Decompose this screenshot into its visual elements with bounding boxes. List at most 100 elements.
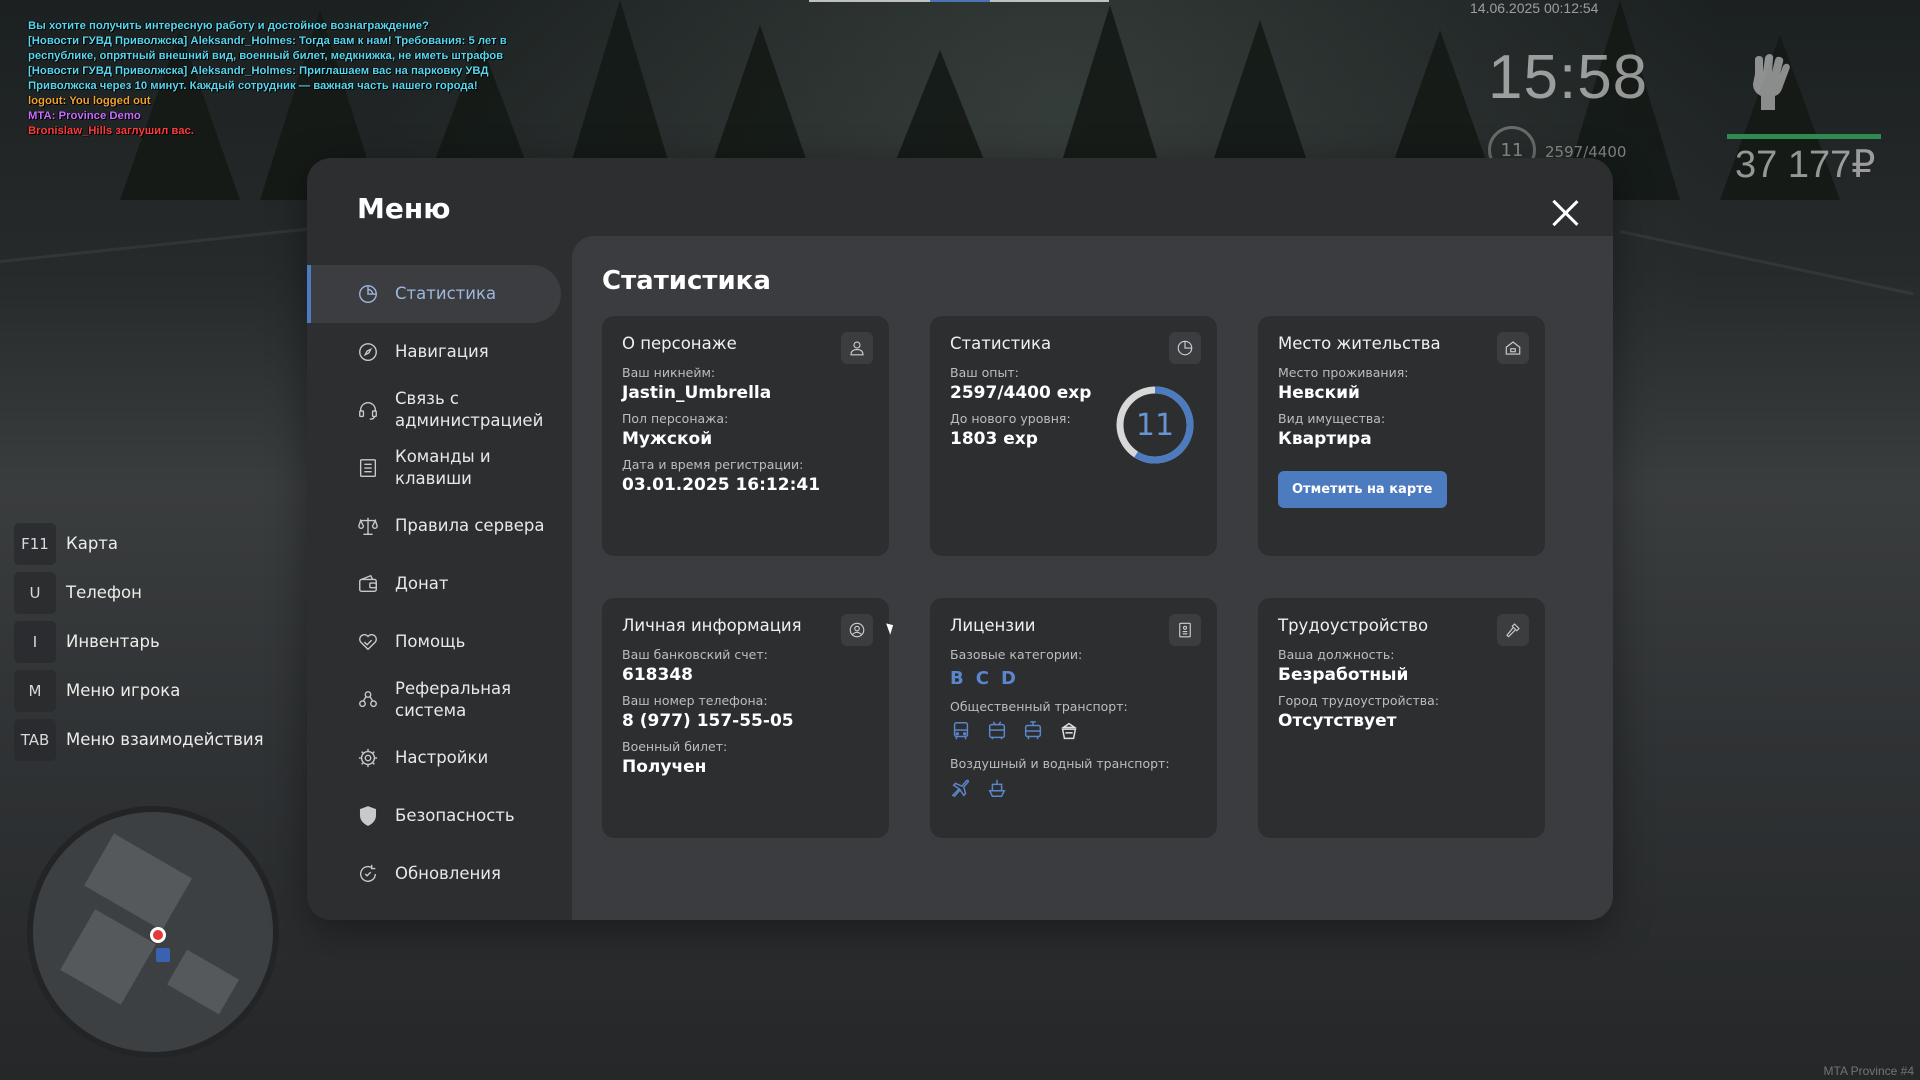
chat-line: logout: You logged out xyxy=(28,95,151,107)
chat-line: [Новости ГУВД Приволжска] Aleksandr_Holm… xyxy=(28,35,507,62)
registration-value: 03.01.2025 16:12:41 xyxy=(622,475,821,495)
sidebar-item-label: Реферальная система xyxy=(395,679,512,720)
property-type-value: Квартира xyxy=(1278,429,1372,449)
sidebar-item-label: Команды и клавиши xyxy=(395,447,491,488)
sidebar-item-help[interactable]: Помощь xyxy=(307,613,561,671)
field-label: Город трудоустройства: xyxy=(1278,693,1440,708)
gear-icon xyxy=(357,747,379,769)
level-number: 11 xyxy=(1135,407,1175,443)
document-icon xyxy=(1169,614,1201,646)
level-progress-ring: 11 xyxy=(1114,384,1196,466)
card-title: Место жительства xyxy=(1278,334,1441,353)
sidebar-item-statistics[interactable]: Статистика xyxy=(307,265,561,323)
plane-icon xyxy=(950,777,972,803)
license-categories: B C D xyxy=(950,668,1197,689)
sidebar-item-settings[interactable]: Настройки xyxy=(307,729,561,787)
menu-window: Меню Статистика Навигация Связь с админи… xyxy=(307,158,1613,920)
gender-value: Мужской xyxy=(622,429,713,449)
minimap-building xyxy=(167,949,239,1015)
hammer-icon xyxy=(1497,614,1529,646)
compass-icon xyxy=(357,341,379,363)
card-title: Личная информация xyxy=(622,616,802,635)
sidebar-item-referral[interactable]: Реферальная система xyxy=(307,671,561,729)
player-marker-icon xyxy=(150,927,166,943)
sidebar-item-admin-contact[interactable]: Связь с администрацией xyxy=(307,381,561,439)
mark-on-map-button[interactable]: Отметить на карте xyxy=(1278,471,1447,508)
hotkey-key: U xyxy=(14,571,56,614)
phone-value: 8 (977) 157-55-05 xyxy=(622,711,794,731)
bus-icon xyxy=(950,720,972,746)
hotkey-player-menu[interactable]: M Меню игрока xyxy=(14,666,264,715)
field-label: Ваша должность: xyxy=(1278,647,1395,662)
hotkey-key: TAB xyxy=(14,718,56,761)
content-area: Статистика О персонаже Ваш никнейм: Jast… xyxy=(572,236,1613,920)
user-circle-icon xyxy=(841,614,873,646)
hotkey-label: Карта xyxy=(66,534,119,553)
sidebar-item-label: Навигация xyxy=(395,342,489,361)
page-title: Статистика xyxy=(602,266,771,296)
fist-icon xyxy=(1745,52,1795,114)
pie-chart-icon xyxy=(1169,332,1201,364)
people-icon xyxy=(357,689,379,711)
sidebar-item-label: Настройки xyxy=(395,748,489,767)
hotkey-list: F11 Карта U Телефон I Инвентарь M Меню и… xyxy=(14,519,264,764)
card-title: Лицензии xyxy=(950,616,1036,635)
field-label: Ваш номер телефона: xyxy=(622,693,768,708)
field-label: Дата и время регистрации: xyxy=(622,457,804,472)
license-category-c: C xyxy=(975,668,989,689)
field-label: Базовые категории: xyxy=(950,647,1083,662)
card-statistics: Статистика Ваш опыт: 2597/4400 exp До но… xyxy=(930,316,1217,556)
card-title: О персонаже xyxy=(622,334,737,353)
position-value: Безработный xyxy=(1278,665,1409,685)
field-label: Ваш никнейм: xyxy=(622,365,716,380)
minimap[interactable] xyxy=(27,806,279,1058)
hotkey-key: M xyxy=(14,669,56,712)
hotkey-interaction-menu[interactable]: TAB Меню взаимодействия xyxy=(14,715,264,764)
residence-value: Невский xyxy=(1278,383,1360,403)
sidebar-item-rules[interactable]: Правила сервера xyxy=(307,497,561,555)
field-label: Пол персонажа: xyxy=(622,411,729,426)
road-marking xyxy=(0,226,319,263)
employment-city-value: Отсутствует xyxy=(1278,711,1397,731)
sidebar-item-updates[interactable]: Обновления xyxy=(307,845,561,903)
chat-line: Вы хотите получить интересную работу и д… xyxy=(28,20,429,32)
watermark: MTA Province #4 xyxy=(1823,1064,1914,1078)
headset-icon xyxy=(357,399,379,421)
hud-date: 14.06.2025 00:12:54 xyxy=(1470,0,1599,16)
boat-icon xyxy=(986,777,1008,803)
sidebar-item-label: Правила сервера xyxy=(395,516,545,535)
bank-account-value: 618348 xyxy=(622,665,693,685)
hotkey-key: F11 xyxy=(14,522,56,565)
field-label: Ваш опыт: xyxy=(950,365,1019,380)
sidebar-item-label: Связь с администрацией xyxy=(395,389,544,430)
field-label: Воздушный и водный транспорт: xyxy=(950,756,1170,771)
wallet-icon xyxy=(357,573,379,595)
sidebar-item-donate[interactable]: Донат xyxy=(307,555,561,613)
card-licenses: Лицензии Базовые категории: B C D Общест… xyxy=(930,598,1217,838)
tram-icon xyxy=(1022,720,1044,746)
air-water-licenses xyxy=(950,777,1197,803)
hotkey-phone[interactable]: U Телефон xyxy=(14,568,264,617)
taxi-icon xyxy=(1058,720,1080,746)
close-icon[interactable] xyxy=(1548,196,1582,230)
card-character: О персонаже Ваш никнейм: Jastin_Umbrella… xyxy=(602,316,889,556)
pie-chart-icon xyxy=(357,283,379,305)
card-personal-info: Личная информация Ваш банковский счет: 6… xyxy=(602,598,889,838)
field-label: Военный билет: xyxy=(622,739,728,754)
field-label: Вид имущества: xyxy=(1278,411,1386,426)
refresh-icon xyxy=(357,863,379,885)
sidebar-item-navigation[interactable]: Навигация xyxy=(307,323,561,381)
sidebar-item-security[interactable]: Безопасность xyxy=(307,787,561,845)
sidebar-item-label: Донат xyxy=(395,574,449,593)
hud-clock: 15:58 xyxy=(1488,43,1649,112)
hotkey-map[interactable]: F11 Карта xyxy=(14,519,264,568)
hotkey-label: Телефон xyxy=(66,583,142,602)
hotkey-inventory[interactable]: I Инвентарь xyxy=(14,617,264,666)
handshake-icon xyxy=(357,631,379,653)
minimap-building xyxy=(60,909,156,1005)
sidebar-item-commands[interactable]: Команды и клавиши xyxy=(307,439,561,497)
hud-money: 37 177₽ xyxy=(1735,144,1876,186)
hotkey-label: Инвентарь xyxy=(66,632,160,651)
military-id-value: Получен xyxy=(622,757,707,777)
road-marking xyxy=(1619,230,1914,296)
